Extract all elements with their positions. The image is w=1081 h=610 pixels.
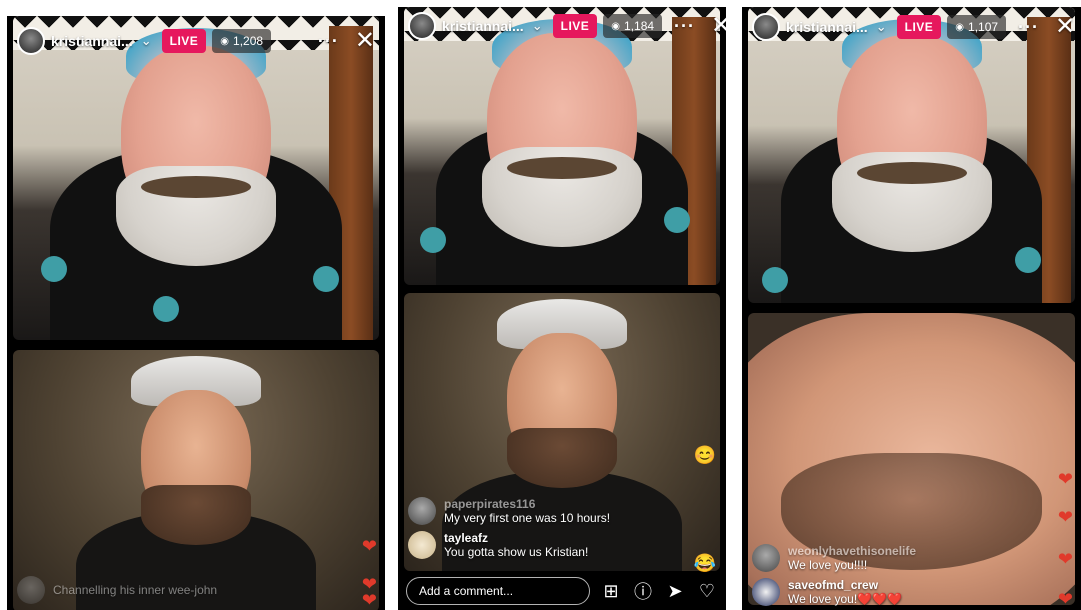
- heart-icon: ❤: [1057, 507, 1073, 527]
- more-icon[interactable]: ···: [1018, 17, 1039, 38]
- add-guest-icon[interactable]: ⊞: [600, 581, 622, 602]
- eye-icon: ◉: [955, 21, 965, 33]
- host-video: [13, 16, 379, 340]
- bottom-bar: ⊞ ⓘ ➤ ♡: [406, 576, 718, 606]
- live-badge: LIVE: [552, 14, 598, 38]
- commenter-avatar[interactable]: [752, 544, 780, 572]
- eye-icon: ◉: [220, 35, 230, 47]
- chevron-down-icon[interactable]: ⌄: [876, 19, 887, 35]
- close-icon[interactable]: ✕: [711, 14, 726, 38]
- live-header: kristiannai... ⌄ LIVE ◉ 1,107 ··· ✕: [752, 12, 1075, 42]
- emoji-reaction: 😊: [693, 445, 716, 465]
- comment-username[interactable]: paperpirates116: [444, 497, 610, 511]
- host-video-frame: [748, 7, 1075, 303]
- host-username[interactable]: kristiannai...: [786, 19, 868, 35]
- live-header: kristiannai... ⌄ LIVE ◉ 1,208 ··· ✕: [17, 26, 375, 56]
- list-item: Channelling his inner wee-john: [17, 576, 355, 604]
- like-icon[interactable]: ♡: [696, 581, 718, 602]
- live-screen-2: kristiannai... ⌄ LIVE ◉ 1,184 ··· ✕ 😊 😂 …: [398, 7, 726, 610]
- comment-username[interactable]: weonlyhavethisonelife: [788, 544, 916, 558]
- close-icon[interactable]: ✕: [1055, 15, 1075, 39]
- host-avatar[interactable]: [752, 13, 780, 41]
- host-avatar[interactable]: [408, 12, 436, 40]
- list-item: tayleafz You gotta show us Kristian!: [408, 531, 696, 559]
- comment-input[interactable]: [406, 577, 590, 605]
- commenter-avatar[interactable]: [752, 578, 780, 606]
- commenter-avatar[interactable]: [408, 531, 436, 559]
- commenter-avatar[interactable]: [17, 576, 45, 604]
- host-avatar[interactable]: [17, 27, 45, 55]
- list-item: weonlyhavethisonelife We love you!!!!: [752, 544, 1051, 572]
- eye-icon: ◉: [611, 20, 621, 32]
- heart-icon: ❤: [1057, 589, 1073, 609]
- comment-list: weonlyhavethisonelife We love you!!!! sa…: [752, 538, 1051, 606]
- live-screen-3: kristiannai... ⌄ LIVE ◉ 1,107 ··· ✕ ❤ ❤ …: [742, 7, 1081, 610]
- close-icon[interactable]: ✕: [355, 29, 375, 53]
- comment-username[interactable]: tayleafz: [444, 531, 588, 545]
- host-video-frame: [404, 7, 720, 285]
- heart-icon: ❤: [1057, 549, 1073, 569]
- list-item: paperpirates116 My very first one was 10…: [408, 497, 696, 525]
- comment-list: Channelling his inner wee-john: [17, 570, 355, 604]
- host-video: [404, 7, 720, 285]
- heart-icon: ❤: [1057, 469, 1073, 489]
- host-username[interactable]: kristiannai...: [51, 33, 133, 49]
- question-icon[interactable]: ⓘ: [632, 578, 654, 604]
- comment-username[interactable]: saveofmd_crew: [788, 578, 902, 592]
- comment-text: We love you!❤️❤️❤️: [788, 592, 902, 606]
- more-icon[interactable]: ···: [318, 31, 339, 52]
- viewer-count: 1,208: [233, 34, 264, 48]
- live-badge: LIVE: [896, 15, 942, 39]
- viewer-count-badge[interactable]: ◉ 1,184: [603, 14, 663, 38]
- list-item: saveofmd_crew We love you!❤️❤️❤️: [752, 578, 1051, 606]
- comment-text: You gotta show us Kristian!: [444, 545, 589, 559]
- comment-text: My very first one was 10 hours!: [444, 511, 611, 525]
- live-screen-1: kristiannai... ⌄ LIVE ◉ 1,208 ··· ✕ ❤ ❤ …: [7, 16, 385, 610]
- more-icon[interactable]: ···: [674, 16, 695, 37]
- commenter-avatar[interactable]: [408, 497, 436, 525]
- host-username[interactable]: kristiannai...: [442, 18, 524, 34]
- heart-icon: ❤: [361, 536, 377, 556]
- host-video-frame: [13, 16, 379, 340]
- send-icon[interactable]: ➤: [664, 581, 686, 602]
- viewer-count-badge[interactable]: ◉ 1,208: [212, 29, 272, 53]
- heart-icon: ❤: [361, 590, 377, 610]
- emoji-reaction: 😂: [693, 553, 716, 573]
- comment-text: Channelling his inner wee-john: [53, 583, 218, 597]
- host-video: [748, 7, 1075, 303]
- viewer-count: 1,107: [968, 20, 999, 34]
- live-badge: LIVE: [161, 29, 207, 53]
- viewer-count-badge[interactable]: ◉ 1,107: [947, 15, 1007, 39]
- chevron-down-icon[interactable]: ⌄: [141, 33, 152, 49]
- chevron-down-icon[interactable]: ⌄: [532, 18, 543, 34]
- live-header: kristiannai... ⌄ LIVE ◉ 1,184 ··· ✕: [408, 11, 726, 41]
- comment-text: We love you!!!!: [788, 558, 868, 572]
- comment-list: paperpirates116 My very first one was 10…: [408, 491, 696, 559]
- viewer-count: 1,184: [624, 19, 655, 33]
